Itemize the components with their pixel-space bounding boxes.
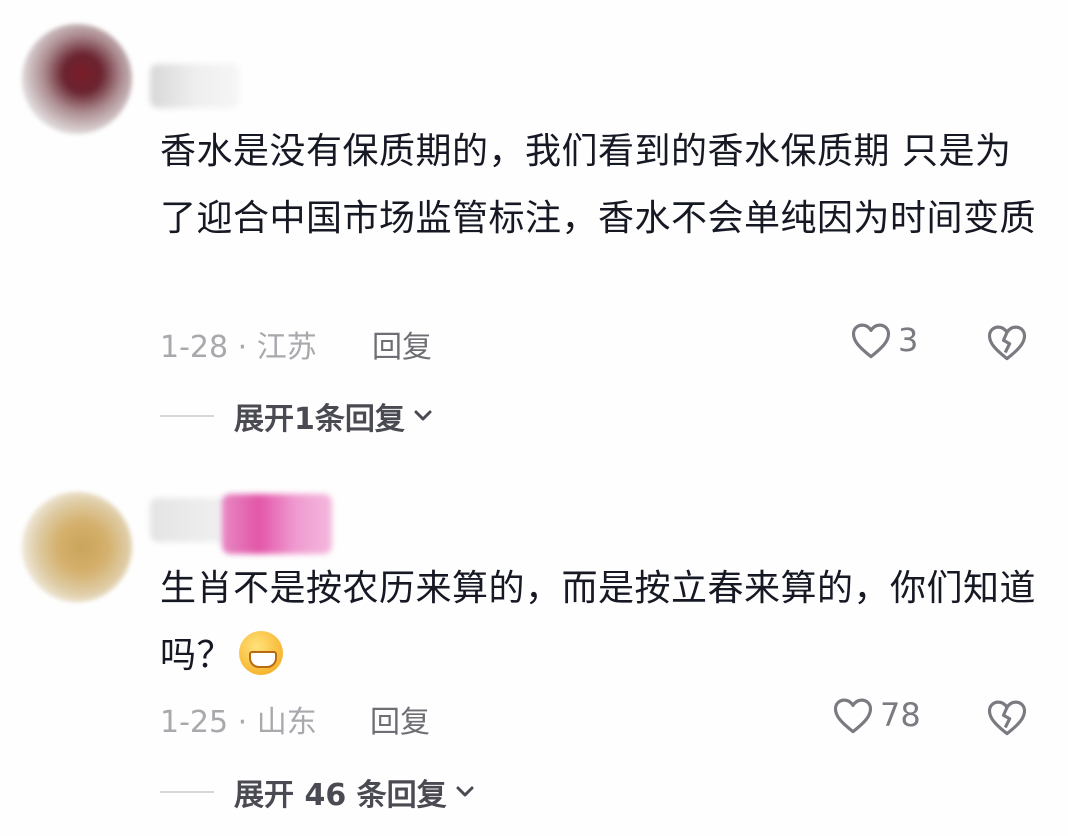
reply-button[interactable]: 回复	[370, 697, 430, 741]
username-blurred[interactable]	[150, 64, 240, 108]
like-button[interactable]: 78	[832, 695, 921, 735]
expand-replies-label: 展开 46 条回复	[234, 778, 447, 813]
like-count: 3	[898, 321, 919, 359]
dislike-button[interactable]	[986, 697, 1028, 741]
chevron-down-icon	[414, 410, 432, 421]
comment-text: 生肖不是按农历来算的，而是按立春来算的，你们知道吗？	[160, 555, 1040, 689]
heart-icon	[833, 698, 873, 734]
like-count: 78	[880, 696, 921, 734]
like-button[interactable]: 3	[850, 320, 918, 360]
chevron-down-icon	[456, 786, 474, 797]
dislike-button[interactable]	[986, 322, 1028, 366]
expand-replies[interactable]: 展开 46 条回复	[160, 770, 475, 814]
heart-icon	[851, 323, 891, 359]
comment-date-location: 1-25 · 山东	[160, 705, 317, 740]
username-blurred[interactable]	[150, 498, 230, 542]
divider-line	[160, 415, 214, 417]
username-blurred-highlight[interactable]	[222, 494, 332, 554]
comment-text: 香水是没有保质期的，我们看到的香水保质期 只是为了迎合中国市场监管标注，香水不会…	[160, 131, 1037, 239]
expand-replies-label: 展开1条回复	[234, 402, 405, 437]
reply-button[interactable]: 回复	[372, 322, 432, 366]
broken-heart-icon	[987, 700, 1027, 736]
comment-date-location: 1-28 · 江苏	[160, 330, 317, 365]
divider-line	[160, 791, 214, 793]
comment-text-body: 生肖不是按农历来算的，而是按立春来算的，你们知道吗？	[160, 568, 1037, 676]
grinning-face-icon	[239, 631, 284, 675]
broken-heart-icon	[987, 325, 1027, 361]
expand-replies[interactable]: 展开1条回复	[160, 394, 433, 438]
avatar[interactable]	[22, 492, 132, 602]
avatar[interactable]	[22, 24, 132, 134]
